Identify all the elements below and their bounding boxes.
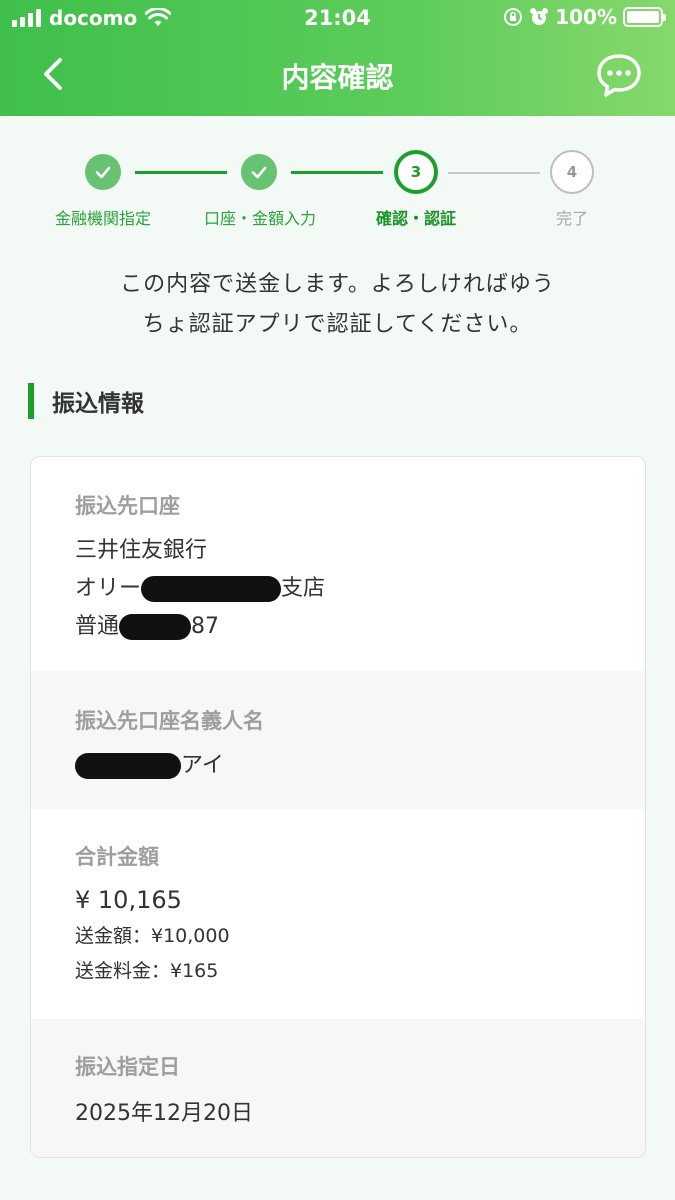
transfer-fee: 送金料金：¥165	[75, 960, 219, 982]
message-line-1: この内容で送金します。よろしければゆう	[120, 272, 555, 297]
account-type: 普通	[75, 614, 120, 639]
branch-name: オリー 支店	[75, 570, 645, 608]
battery-icon	[623, 7, 666, 27]
section-accent-bar	[28, 383, 34, 419]
step-3-indicator: 3	[394, 150, 438, 194]
chat-bubble-icon[interactable]	[595, 52, 643, 100]
total-label: 合計金額	[75, 845, 159, 869]
app-header: docomo 21:04 100% 内容確認	[0, 0, 675, 116]
account-number: 普通 87	[75, 608, 645, 646]
alarm-icon	[530, 8, 549, 25]
progress-stepper: 3 4 金融機関指定 口座・金額入力 確認・認証 完了	[0, 150, 675, 240]
step-1-label: 金融機関指定	[54, 209, 151, 228]
section-heading: 振込情報	[28, 382, 144, 420]
branch-suffix: 支店	[281, 576, 326, 601]
step-1-check-icon	[85, 154, 121, 190]
section-title: 振込情報	[52, 391, 144, 417]
branch-prefix: オリー	[75, 576, 142, 601]
step-3-number: 3	[410, 163, 422, 181]
date-row: 振込指定日 2025年12月20日	[31, 1019, 645, 1157]
date-label: 振込指定日	[75, 1055, 180, 1079]
total-amount: ¥ 10,165	[75, 886, 182, 914]
message-line-2: ちょ認証アプリで認証してください。	[142, 312, 533, 337]
send-amount: 送金額：¥10,000	[75, 925, 230, 947]
account-row: 振込先口座 三井住友銀行 オリー 支店 普通 87	[31, 457, 645, 671]
bank-name: 三井住友銀行	[75, 538, 208, 563]
page-title: 内容確認	[281, 61, 394, 94]
orientation-lock-icon	[504, 8, 523, 26]
transfer-info-card: 振込先口座 三井住友銀行 オリー 支店 普通 87 振込先口座名義人名 アイ 合計金…	[30, 456, 646, 1158]
battery-percent: 100%	[555, 5, 617, 29]
redacted-holder-name	[75, 753, 181, 779]
total-row: 合計金額 ¥ 10,165 送金額：¥10,000 送金料金：¥165	[31, 809, 645, 1019]
transfer-date: 2025年12月20日	[75, 1101, 253, 1126]
account-number-suffix: 87	[191, 614, 220, 639]
holder-name-suffix: アイ	[181, 753, 224, 778]
step-connector-1	[135, 171, 227, 174]
confirmation-message: この内容で送金します。よろしければゆう ちょ認証アプリで認証してください。	[0, 265, 675, 345]
holder-name: アイ	[75, 747, 645, 785]
step-connector-2	[291, 171, 383, 174]
step-4-label: 完了	[555, 209, 588, 228]
redacted-account-number	[119, 614, 192, 640]
step-connector-3	[448, 172, 540, 174]
step-3-label: 確認・認証	[375, 209, 456, 228]
step-4-number: 4	[566, 163, 578, 181]
holder-row: 振込先口座名義人名 アイ	[31, 671, 645, 809]
nav-bar: 内容確認	[0, 38, 675, 116]
step-2-check-icon	[241, 154, 277, 190]
account-label: 振込先口座	[75, 494, 180, 518]
holder-label: 振込先口座名義人名	[75, 709, 264, 733]
step-2-label: 口座・金額入力	[203, 209, 316, 228]
step-4-indicator: 4	[550, 150, 594, 194]
status-bar: docomo 21:04 100%	[0, 0, 675, 38]
redacted-branch	[141, 576, 282, 602]
